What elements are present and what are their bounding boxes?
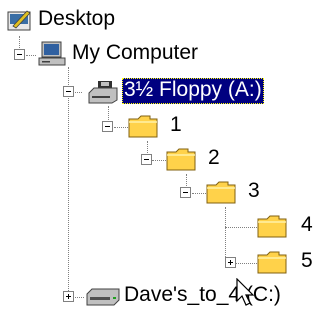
desktop-icon — [7, 8, 33, 38]
collapse-toggle-floppy[interactable] — [63, 86, 74, 97]
computer-icon — [38, 41, 66, 73]
tree-line — [192, 193, 206, 194]
expand-toggle-folder-5[interactable] — [225, 257, 236, 268]
tree-item-floppy-drive[interactable]: 3½ Floppy (A:) — [82, 77, 292, 105]
folder-tree: Desktop My Computer 3½ Floppy (A:) 1 2 3… — [0, 0, 323, 316]
collapse-toggle-my-computer[interactable] — [14, 49, 25, 60]
tree-line — [114, 127, 128, 128]
tree-item-drive-c[interactable]: Dave's_to_4 (C:) — [84, 282, 320, 310]
tree-item-folder-1[interactable]: 1 — [128, 112, 208, 140]
tree-item-folder-3[interactable]: 3 — [206, 178, 286, 206]
tree-line — [225, 227, 257, 228]
collapse-toggle-folder-2[interactable] — [141, 154, 152, 165]
tree-line — [68, 67, 69, 297]
tree-item-label: 5 — [301, 249, 313, 272]
tree-item-folder-4[interactable]: 4 — [257, 212, 317, 240]
tree-line — [26, 55, 36, 56]
tree-item-label: Dave's_to_4 (C:) — [124, 283, 281, 306]
tree-item-label: 4 — [301, 213, 313, 236]
tree-item-desktop[interactable]: Desktop — [0, 6, 160, 34]
collapse-toggle-folder-3[interactable] — [180, 187, 191, 198]
tree-item-label: 3 — [248, 179, 260, 202]
tree-item-my-computer[interactable]: My Computer — [36, 40, 236, 68]
tree-line — [152, 160, 166, 161]
tree-item-label: Desktop — [38, 7, 116, 30]
tree-item-label: My Computer — [72, 41, 199, 64]
folder-icon — [128, 114, 158, 144]
tree-line — [225, 207, 226, 263]
expand-toggle-drive-c[interactable] — [63, 291, 74, 302]
tree-item-label: 3½ Floppy (A:) — [122, 78, 264, 104]
floppy-drive-icon — [88, 80, 118, 110]
folder-icon — [257, 214, 287, 244]
collapse-toggle-folder-1[interactable] — [102, 121, 113, 132]
tree-item-label: 2 — [208, 146, 220, 169]
folder-icon — [206, 180, 236, 210]
folder-icon — [257, 250, 287, 280]
hard-drive-icon — [86, 288, 120, 312]
mouse-cursor-icon — [236, 277, 256, 314]
tree-item-label: 1 — [170, 113, 182, 136]
tree-item-folder-2[interactable]: 2 — [166, 145, 246, 173]
folder-icon — [166, 147, 196, 177]
tree-item-folder-5[interactable]: 5 — [257, 248, 317, 276]
